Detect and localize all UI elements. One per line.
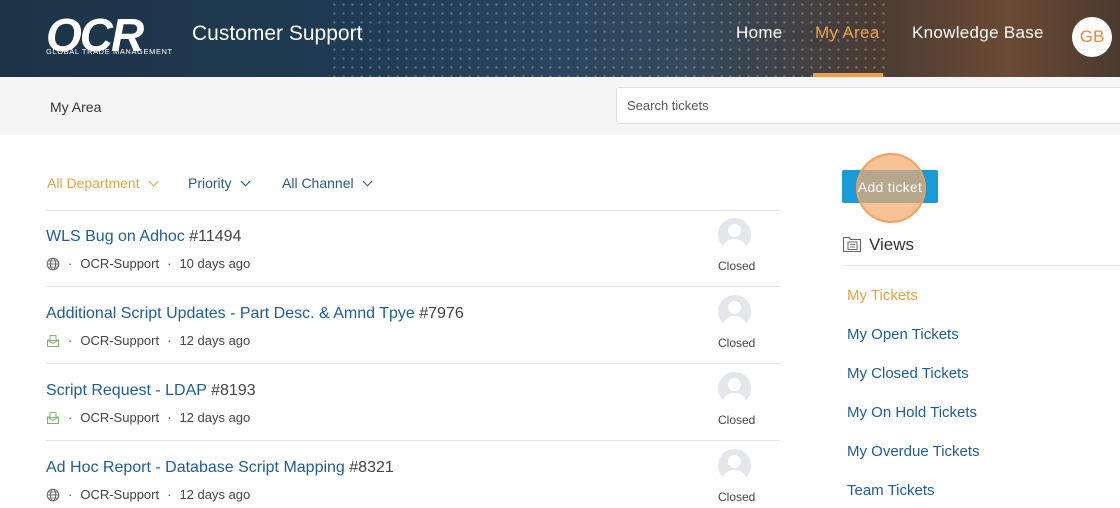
ticket-title-link[interactable]: Script Request - LDAP #8193 [46,382,256,400]
ticket-age: 12 days ago [179,410,251,425]
filter-department[interactable]: All Department [47,175,159,191]
chevron-down-icon [362,176,373,186]
filter-department-label: All Department [47,175,140,191]
filter-channel[interactable]: All Channel [282,175,373,191]
ticket-id: #11494 [189,228,242,245]
meta-separator: · [167,410,172,425]
assignee-avatar [718,218,751,251]
meta-separator: · [167,487,172,502]
top-header: OCR GLOBAL TRADE MANAGEMENT Customer Sup… [0,0,1120,77]
view-my-on-hold-tickets[interactable]: My On Hold Tickets [847,404,977,421]
ticket-meta: · OCR-Support · 12 days ago [46,410,250,425]
view-my-open-tickets[interactable]: My Open Tickets [847,326,959,343]
view-my-tickets[interactable]: My Tickets [847,287,918,304]
view-my-overdue-tickets[interactable]: My Overdue Tickets [847,443,980,460]
ticket-row[interactable]: Script Request - LDAP #8193 · OCR-Suppor… [46,364,780,440]
assignee-avatar [718,372,751,405]
app-title: Customer Support [192,22,363,45]
header-background-pattern [330,0,890,77]
ticket-age: 12 days ago [179,333,251,348]
user-avatar[interactable]: GB [1072,17,1112,57]
ticket-age: 10 days ago [179,256,251,271]
ticket-row[interactable]: Ad Hoc Report - Database Script Mapping … [46,441,780,508]
ticket-status: Closed [718,490,756,504]
globe-icon [46,488,60,501]
ticket-status: Closed [718,413,756,427]
email-icon [47,334,59,347]
meta-separator: · [68,487,73,502]
ticket-title[interactable]: Script Request - LDAP [46,382,207,399]
ticket-status: Closed [718,259,756,273]
ticket-title-link[interactable]: WLS Bug on Adhoc #11494 [46,228,241,246]
ticket-title-link[interactable]: Additional Script Updates - Part Desc. &… [46,305,464,323]
meta-separator: · [68,256,73,271]
logo-subtitle: GLOBAL TRADE MANAGEMENT [46,47,173,56]
assignee-avatar [718,295,751,328]
nav-my-area[interactable]: My Area [815,23,879,43]
ticket-title[interactable]: WLS Bug on Adhoc [46,228,185,245]
assignee-avatar [718,449,751,482]
chevron-down-icon [240,176,251,186]
ticket-row[interactable]: Additional Script Updates - Part Desc. &… [46,287,780,363]
sub-bar: My Area [0,77,1120,135]
breadcrumb: My Area [50,99,102,115]
chevron-down-icon [148,176,159,186]
filter-priority[interactable]: Priority [188,175,251,191]
meta-separator: · [167,256,172,271]
email-icon [47,411,59,424]
globe-icon [46,257,60,270]
ticket-id: #7976 [419,305,464,322]
meta-separator: · [68,333,73,348]
ticket-meta: · OCR-Support · 12 days ago [46,487,250,502]
views-title: Views [869,235,915,254]
ticket-age: 12 days ago [179,487,251,502]
ticket-title-link[interactable]: Ad Hoc Report - Database Script Mapping … [46,459,394,477]
views-divider [842,265,1120,266]
ticket-meta: · OCR-Support · 10 days ago [46,256,250,271]
view-my-closed-tickets[interactable]: My Closed Tickets [847,365,969,382]
filter-priority-label: Priority [188,175,232,191]
nav-home[interactable]: Home [736,23,783,43]
ticket-meta: · OCR-Support · 12 days ago [46,333,250,348]
ticket-department: OCR-Support [80,333,160,348]
view-team-tickets[interactable]: Team Tickets [847,482,935,499]
ocr-logo[interactable]: OCR GLOBAL TRADE MANAGEMENT [46,9,186,61]
views-folder-icon [842,236,862,253]
ticket-status: Closed [718,336,756,350]
filter-channel-label: All Channel [282,175,354,191]
ticket-id: #8321 [349,459,394,476]
click-highlight-indicator [856,153,926,223]
nav-knowledge-base[interactable]: Knowledge Base [912,23,1044,43]
ticket-title[interactable]: Additional Script Updates - Part Desc. &… [46,305,415,322]
meta-separator: · [68,410,73,425]
ticket-title[interactable]: Ad Hoc Report - Database Script Mapping [46,459,345,476]
ticket-row[interactable]: WLS Bug on Adhoc #11494 · OCR-Support · … [46,210,780,286]
ticket-id: #8193 [211,382,256,399]
ticket-department: OCR-Support [80,487,160,502]
search-input[interactable] [616,87,1120,124]
ticket-department: OCR-Support [80,256,160,271]
meta-separator: · [167,333,172,348]
ticket-department: OCR-Support [80,410,160,425]
